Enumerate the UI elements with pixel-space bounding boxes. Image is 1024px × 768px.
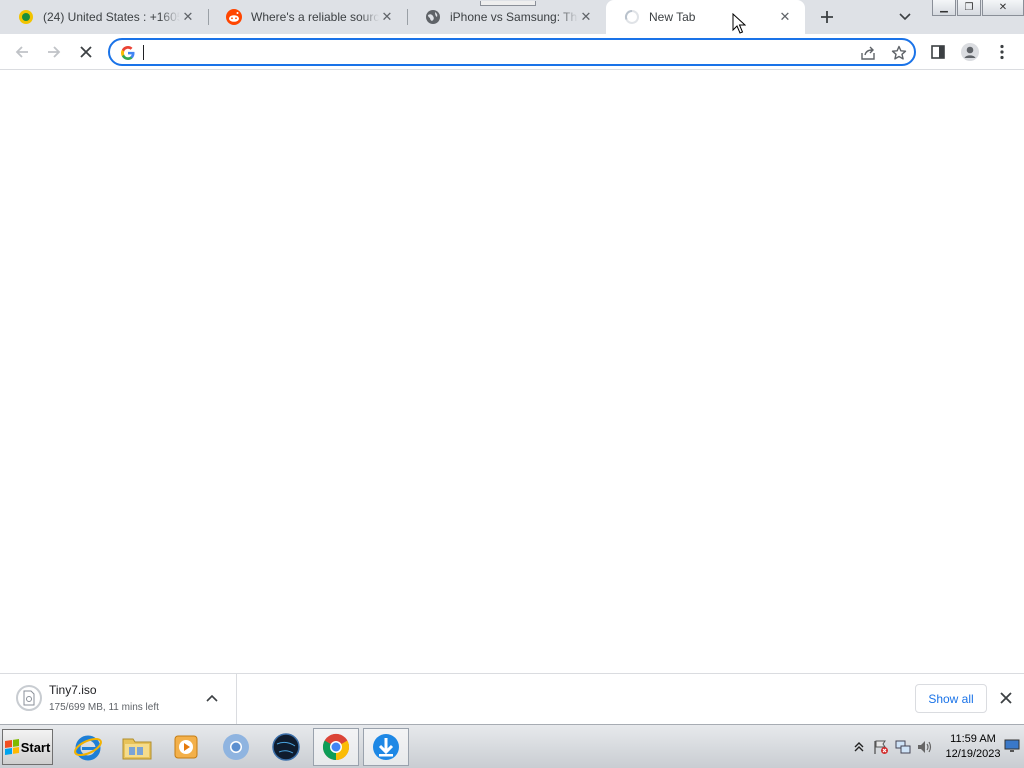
start-button[interactable]: Start [2,729,53,765]
plus-icon [821,11,833,23]
chrome-icon[interactable] [313,728,359,766]
tab-search-button[interactable] [893,6,917,28]
download-item[interactable]: Tiny7.iso 175/699 MB, 11 mins left [0,674,237,724]
tab-title: iPhone vs Samsung: The ulti [450,10,578,24]
window-controls: ▁ ❐ ✕ [931,0,1024,18]
show-desktop-button[interactable] [1004,739,1020,753]
address-bar[interactable] [108,38,916,66]
start-label: Start [20,739,51,755]
internet-explorer-icon[interactable] [65,728,111,766]
download-status: 175/699 MB, 11 mins left [49,702,159,713]
google-icon [120,45,136,61]
loading-spinner-icon [624,9,640,25]
monitor-icon [1004,739,1020,752]
globe-dark-icon[interactable] [263,728,309,766]
chevron-down-icon [899,13,911,21]
page-content [0,70,1024,673]
tab-iphone-samsung[interactable]: iPhone vs Samsung: The ulti ✕ [407,0,606,34]
action-center-flag-icon[interactable] [870,736,892,758]
tab-title: New Tab [649,10,696,24]
whatsapp-style-icon [18,9,34,25]
address-input[interactable] [142,43,842,61]
file-explorer-icon[interactable] [114,728,160,766]
chromium-icon[interactable] [213,728,259,766]
side-panel-button[interactable] [925,39,951,65]
close-tab-icon[interactable]: ✕ [180,9,196,25]
share-icon[interactable] [858,43,878,63]
back-button[interactable] [9,39,35,65]
download-options-button[interactable] [202,688,222,708]
close-window-button[interactable]: ✕ [982,0,1024,16]
taskbar-clock[interactable]: 11:59 AM 12/19/2023 [940,732,1006,762]
tab-title: (24) United States : +16050 [43,10,180,24]
tab-reddit[interactable]: Where's a reliable source fo ✕ [208,0,407,34]
side-panel-icon [931,45,945,59]
download-manager-icon[interactable] [363,728,409,766]
mouse-cursor-icon [732,13,746,34]
new-tab-button[interactable] [815,5,839,29]
taskbar: Start 11:59 AM 12/19/2023 [0,724,1024,768]
windows-logo-icon [4,739,19,755]
bookmark-star-icon[interactable] [889,43,909,63]
arrow-left-icon [15,46,28,58]
clock-date: 12/19/2023 [945,748,1001,760]
tab-title: Where's a reliable source fo [251,10,379,24]
menu-button[interactable] [989,39,1015,65]
kebab-menu-icon [1000,44,1004,60]
restore-button[interactable]: ❐ [957,0,981,16]
chevron-up-icon [854,742,864,752]
show-all-button[interactable]: Show all [915,684,987,713]
avatar-icon [961,43,979,61]
volume-icon[interactable] [914,736,936,758]
chevron-up-icon [206,694,218,702]
show-hidden-icons-button[interactable] [848,736,870,758]
tab-new-tab[interactable]: New Tab ✕ [606,0,805,34]
globe-icon [425,9,441,25]
text-caret [143,45,144,60]
download-file-name: Tiny7.iso [49,683,97,697]
download-bar: Tiny7.iso 175/699 MB, 11 mins left Show … [0,673,1024,724]
tab-whatsapp[interactable]: (24) United States : +16050 ✕ [0,0,208,34]
network-icon[interactable] [892,736,914,758]
profile-button[interactable] [957,39,983,65]
close-icon [80,46,92,58]
stop-loading-button[interactable] [73,39,99,65]
close-icon [1000,692,1012,704]
forward-button[interactable] [41,39,67,65]
tab-strip: (24) United States : +16050 ✕ Where's a … [0,0,1024,34]
reddit-icon [226,9,242,25]
clock-time: 11:59 AM [950,733,996,745]
minimize-button[interactable]: ▁ [932,0,956,16]
browser-toolbar [0,34,1024,70]
close-tab-icon[interactable]: ✕ [578,9,594,25]
close-download-bar-button[interactable] [996,688,1016,708]
close-tab-icon[interactable]: ✕ [777,9,793,25]
media-player-icon[interactable] [163,728,209,766]
file-icon [23,690,35,706]
system-tray [848,731,936,763]
download-progress-icon [16,685,42,711]
arrow-right-icon [48,46,61,58]
close-tab-icon[interactable]: ✕ [379,9,395,25]
